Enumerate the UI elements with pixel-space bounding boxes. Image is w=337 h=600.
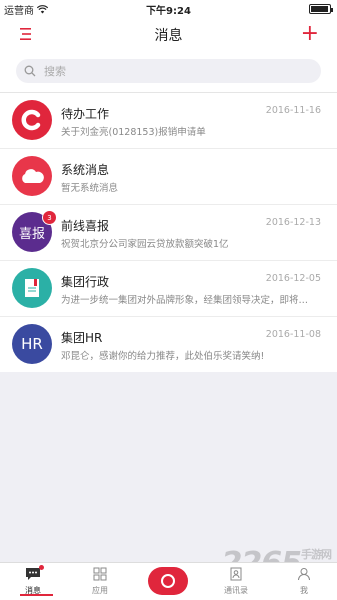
grid-icon [93, 567, 107, 581]
search-input[interactable] [42, 63, 306, 79]
page-title: 消息 [154, 28, 183, 44]
status-bar: 运营商 下午9:24 [0, 0, 337, 18]
center-action-button[interactable] [148, 567, 188, 595]
item-date: 2016-11-08 [265, 329, 321, 340]
c-logo-icon [21, 109, 41, 131]
add-button[interactable]: + [301, 23, 319, 45]
tab-apps[interactable]: 应用 [70, 565, 130, 596]
item-title: 系统消息 [61, 163, 110, 177]
item-subtitle: 关于刘金亮(0128153)报销申请单 [61, 127, 206, 138]
active-indicator [20, 594, 53, 596]
list-item[interactable]: 集团行政 为进一步统一集团对外品牌形象，经集团领导决定，即将… 2016-12-… [0, 261, 337, 317]
watermark-suffix: 手游网 [301, 548, 332, 561]
person-icon [298, 568, 310, 581]
item-title: 集团行政 [61, 275, 110, 289]
avatar [12, 268, 52, 308]
list-item[interactable]: 喜报 3 前线喜报 祝贺北京分公司家园云贷放款额突破1亿 2016-12-13 [0, 205, 337, 261]
item-subtitle: 祝贺北京分公司家园云贷放款额突破1亿 [61, 239, 229, 250]
item-title: 前线喜报 [61, 219, 110, 233]
item-date: 2016-11-16 [265, 105, 321, 116]
circle-icon [161, 574, 175, 588]
list-item[interactable]: 待办工作 关于刘金亮(0128153)报销申请单 2016-11-16 [0, 93, 337, 149]
tab-me[interactable]: 我 [274, 565, 334, 596]
item-date: 2016-12-13 [265, 217, 321, 228]
message-list: 待办工作 关于刘金亮(0128153)报销申请单 2016-11-16 系统消息… [0, 93, 337, 372]
item-subtitle: 暂无系统消息 [61, 183, 119, 194]
item-title: 集团HR [61, 331, 103, 345]
search-field[interactable] [16, 59, 321, 83]
item-title: 待办工作 [61, 107, 110, 121]
notification-dot [39, 565, 44, 570]
list-item[interactable]: 系统消息 暂无系统消息 [0, 149, 337, 205]
search-bar [0, 50, 337, 93]
tab-messages[interactable]: 消息 [3, 565, 63, 596]
item-subtitle: 邓昆仑，感谢你的给力推荐，此处伯乐奖请笑纳! [61, 351, 265, 362]
avatar-text: HR [21, 335, 43, 353]
search-icon [24, 65, 36, 77]
tab-label: 通讯录 [224, 586, 248, 595]
avatar [12, 100, 52, 140]
tab-label: 我 [300, 586, 308, 595]
list-item[interactable]: HR 集团HR 邓昆仑，感谢你的给力推荐，此处伯乐奖请笑纳! 2016-11-0… [0, 317, 337, 372]
avatar [12, 156, 52, 196]
tab-label: 应用 [92, 586, 108, 595]
item-subtitle: 为进一步统一集团对外品牌形象，经集团领导决定，即将… [61, 295, 309, 306]
cloud-icon [22, 169, 44, 183]
unread-badge: 3 [42, 210, 57, 225]
nav-bar: 消息 + [0, 18, 337, 50]
battery-icon [309, 4, 333, 14]
document-icon [25, 279, 39, 297]
item-date: 2016-12-05 [265, 273, 321, 284]
avatar: HR [12, 324, 52, 364]
tab-contacts[interactable]: 通讯录 [206, 565, 266, 596]
avatar-text: 喜报 [18, 226, 45, 242]
status-time: 下午9:24 [146, 6, 191, 17]
contacts-icon [230, 567, 242, 581]
